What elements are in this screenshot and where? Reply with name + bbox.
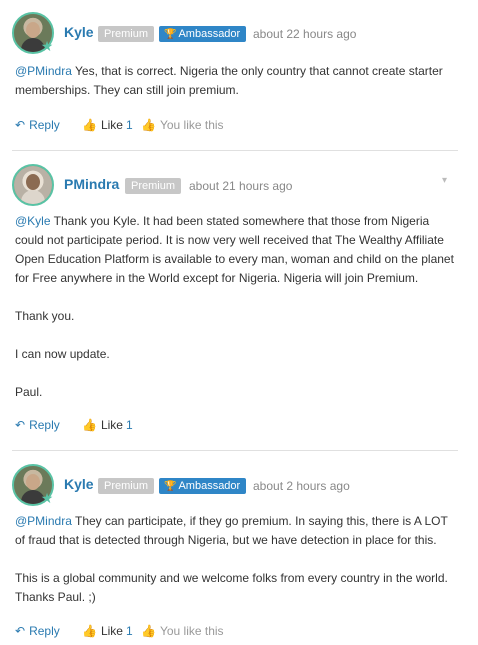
ambassador-label: Ambassador xyxy=(178,28,241,40)
comment-body: @Kyle Thank you Kyle. It had been stated… xyxy=(15,212,455,402)
comment-body: @PMindra They can participate, if they g… xyxy=(15,512,455,607)
like-button[interactable]: 👍 Like 1 xyxy=(82,118,133,132)
reply-button[interactable]: ↶ Reply xyxy=(15,118,60,132)
premium-badge: Premium xyxy=(98,26,155,42)
mention-link[interactable]: @Kyle xyxy=(15,214,51,228)
like-button[interactable]: 👍 Like 1 xyxy=(82,624,133,638)
mention-link[interactable]: @PMindra xyxy=(15,514,72,528)
premium-badge: Premium xyxy=(98,478,155,494)
comment-paragraph: @PMindra They can participate, if they g… xyxy=(15,514,448,547)
comment-paragraph: @PMindra Yes, that is correct. Nigeria t… xyxy=(15,64,443,97)
comment-paragraph: @Kyle Thank you Kyle. It had been stated… xyxy=(15,214,454,285)
divider xyxy=(12,450,458,451)
star-icon: ★ xyxy=(40,491,54,507)
comment-body: @PMindra Yes, that is correct. Nigeria t… xyxy=(15,62,455,100)
username[interactable]: Kyle xyxy=(64,24,94,40)
reply-arrow-icon: ↶ xyxy=(15,624,26,638)
thumbs-up-icon: 👍 xyxy=(141,624,156,638)
reply-button[interactable]: ↶ Reply xyxy=(15,624,60,638)
comment-feed: ★ Kyle Premium 🏆 Ambassador about 22 hour… xyxy=(0,0,478,645)
ambassador-badge: 🏆 Ambassador xyxy=(159,26,247,42)
username[interactable]: Kyle xyxy=(64,476,94,492)
timestamp: about 21 hours ago xyxy=(189,179,293,193)
star-icon: ★ xyxy=(40,39,54,55)
ambassador-label: Ambassador xyxy=(178,480,241,492)
thumbs-up-icon: 👍 xyxy=(82,624,97,638)
reply-arrow-icon: ↶ xyxy=(15,418,26,432)
username[interactable]: PMindra xyxy=(64,176,119,192)
divider xyxy=(12,150,458,151)
timestamp: about 22 hours ago xyxy=(253,27,357,41)
like-button[interactable]: 👍 Like 1 xyxy=(82,418,133,432)
chevron-down-icon[interactable]: ▾ xyxy=(442,176,452,186)
you-like-this: 👍 You like this xyxy=(141,118,224,132)
thumbs-up-icon: 👍 xyxy=(82,418,97,432)
comment-paragraph: This is a global community and we welcom… xyxy=(15,571,448,604)
like-count: 1 xyxy=(125,418,133,432)
you-like-this: 👍 You like this xyxy=(141,624,224,638)
like-count: 1 xyxy=(125,118,133,132)
avatar[interactable] xyxy=(12,164,54,206)
ambassador-badge: 🏆 Ambassador xyxy=(159,478,247,494)
thumbs-up-icon: 👍 xyxy=(82,118,97,132)
comment-header: ★ Kyle Premium 🏆 Ambassador about 2 hours… xyxy=(12,464,458,506)
reply-button[interactable]: ↶ Reply xyxy=(15,418,60,432)
mention-link[interactable]: @PMindra xyxy=(15,64,72,78)
like-count: 1 xyxy=(125,624,133,638)
comment-header: ★ Kyle Premium 🏆 Ambassador about 22 hour… xyxy=(12,12,458,54)
thumbs-up-icon: 👍 xyxy=(141,118,156,132)
trophy-icon: 🏆 xyxy=(164,29,177,40)
premium-badge: Premium xyxy=(125,178,182,194)
comment-header: PMindra Premium about 21 hours ago ▾ xyxy=(12,164,458,206)
trophy-icon: 🏆 xyxy=(164,481,177,492)
reply-arrow-icon: ↶ xyxy=(15,118,26,132)
timestamp: about 2 hours ago xyxy=(253,479,350,493)
comment-paragraph: Paul. xyxy=(15,385,43,399)
comment-paragraph: Thank you. xyxy=(15,309,75,323)
comment-paragraph: I can now update. xyxy=(15,347,110,361)
